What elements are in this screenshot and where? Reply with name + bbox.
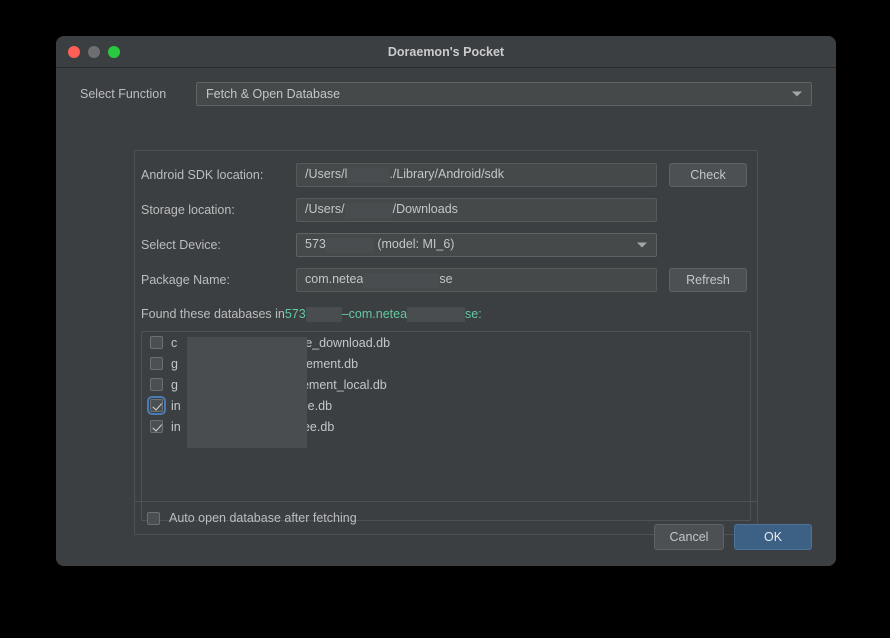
chevron-down-icon — [637, 242, 647, 248]
storage-location-input[interactable]: /Users/ /Downloads — [296, 198, 657, 222]
database-name-prefix: g — [171, 356, 178, 371]
database-checkbox[interactable] — [147, 396, 166, 415]
database-checkbox[interactable] — [150, 420, 163, 433]
select-function-row: Select Function Fetch & Open Database — [56, 68, 836, 106]
found-colon: : — [478, 307, 482, 321]
settings-panel: Android SDK location: /Users/l ./Library/… — [134, 150, 758, 535]
dialog-footer: Cancel OK — [654, 524, 812, 550]
package-name-label: Package Name: — [141, 273, 230, 287]
form-area: Android SDK location: /Users/l ./Library/… — [135, 151, 757, 521]
package-name-input[interactable]: com.netea se — [296, 268, 657, 292]
device-row-spacer — [669, 233, 747, 257]
sdk-location-input[interactable]: /Users/l ./Library/Android/sdk — [296, 163, 657, 187]
refresh-button[interactable]: Refresh — [669, 268, 747, 292]
redaction-block — [407, 306, 466, 322]
close-icon[interactable] — [68, 45, 80, 58]
select-device-value: 573 (model: MI_6) — [297, 237, 455, 253]
select-device-value-prefix: 573 — [305, 237, 326, 252]
storage-location-row: Storage location: /Users/ /Downloads — [135, 198, 757, 222]
package-name-value-suffix: se — [439, 272, 453, 287]
screen-root: Doraemon's Pocket Select Function Fetch … — [0, 0, 890, 638]
traffic-light-group — [68, 45, 120, 58]
found-device-id: 573 — [284, 307, 306, 321]
redaction-block — [363, 272, 440, 288]
sdk-location-label: Android SDK location: — [141, 168, 264, 182]
database-checkbox[interactable] — [150, 378, 163, 391]
cancel-button[interactable]: Cancel — [654, 524, 724, 550]
redaction-block — [325, 237, 374, 253]
select-device-row: Select Device: 573 (model: MI_6) — [135, 233, 757, 257]
auto-open-label: Auto open database after fetching — [169, 511, 357, 525]
package-name-value: com.netea se — [297, 272, 453, 288]
chevron-down-icon — [792, 91, 802, 97]
database-name-suffix: ement_local.db — [301, 377, 387, 392]
package-name-row: Package Name: com.netea se Refresh — [135, 268, 757, 292]
redaction-block — [305, 306, 342, 322]
check-button[interactable]: Check — [669, 163, 747, 187]
storage-location-value-suffix: /Downloads — [392, 202, 458, 217]
sdk-location-row: Android SDK location: /Users/l ./Library/… — [135, 163, 757, 187]
storage-row-spacer — [669, 198, 747, 222]
found-prefix: Found these databases in — [141, 307, 285, 321]
storage-location-value-prefix: /Users/ — [305, 202, 345, 217]
redaction-block — [347, 167, 390, 183]
database-name-prefix: in — [171, 419, 181, 434]
sdk-location-value-prefix: /Users/l — [305, 167, 348, 182]
package-name-value-prefix: com.netea — [305, 272, 364, 287]
sdk-location-value: /Users/l ./Library/Android/sdk — [297, 167, 505, 183]
database-name-prefix: g — [171, 377, 178, 392]
database-list[interactable]: c e_download.db g ement.db g ement_local.db — [141, 331, 751, 521]
database-checkbox[interactable] — [150, 357, 163, 370]
sdk-location-value-suffix: ./Library/Android/sdk — [389, 167, 505, 182]
dialog-body: Select Function Fetch & Open Database An… — [56, 68, 836, 566]
database-name-prefix: in — [171, 398, 181, 413]
storage-location-label: Storage location: — [141, 203, 235, 217]
database-name-suffix: e_download.db — [305, 335, 391, 350]
found-databases-label: Found these databases in 573 – com.netea… — [135, 303, 757, 324]
select-function-label: Select Function — [80, 87, 167, 101]
database-name-prefix: c — [171, 335, 178, 350]
storage-location-value: /Users/ /Downloads — [297, 202, 458, 218]
select-device-dropdown[interactable]: 573 (model: MI_6) — [296, 233, 657, 257]
auto-open-checkbox[interactable] — [147, 511, 160, 525]
ok-button[interactable]: OK — [734, 524, 812, 550]
database-checkbox[interactable] — [150, 336, 163, 349]
minimize-icon[interactable] — [88, 45, 100, 58]
redaction-block — [344, 202, 393, 218]
maximize-icon[interactable] — [108, 45, 120, 58]
select-function-value: Fetch & Open Database — [206, 87, 341, 101]
select-device-value-suffix: (model: MI_6) — [377, 237, 455, 252]
select-function-dropdown[interactable]: Fetch & Open Database — [196, 82, 812, 106]
select-device-label: Select Device: — [141, 238, 221, 252]
title-bar: Doraemon's Pocket — [56, 36, 836, 68]
window-title: Doraemon's Pocket — [387, 44, 505, 59]
redaction-block — [187, 337, 307, 448]
found-package-suffix: se — [465, 307, 479, 321]
dialog-window: Doraemon's Pocket Select Function Fetch … — [56, 36, 836, 566]
found-separator: – — [341, 307, 349, 321]
database-name-suffix: ement.db — [305, 356, 359, 371]
found-package: com.netea — [348, 307, 408, 321]
